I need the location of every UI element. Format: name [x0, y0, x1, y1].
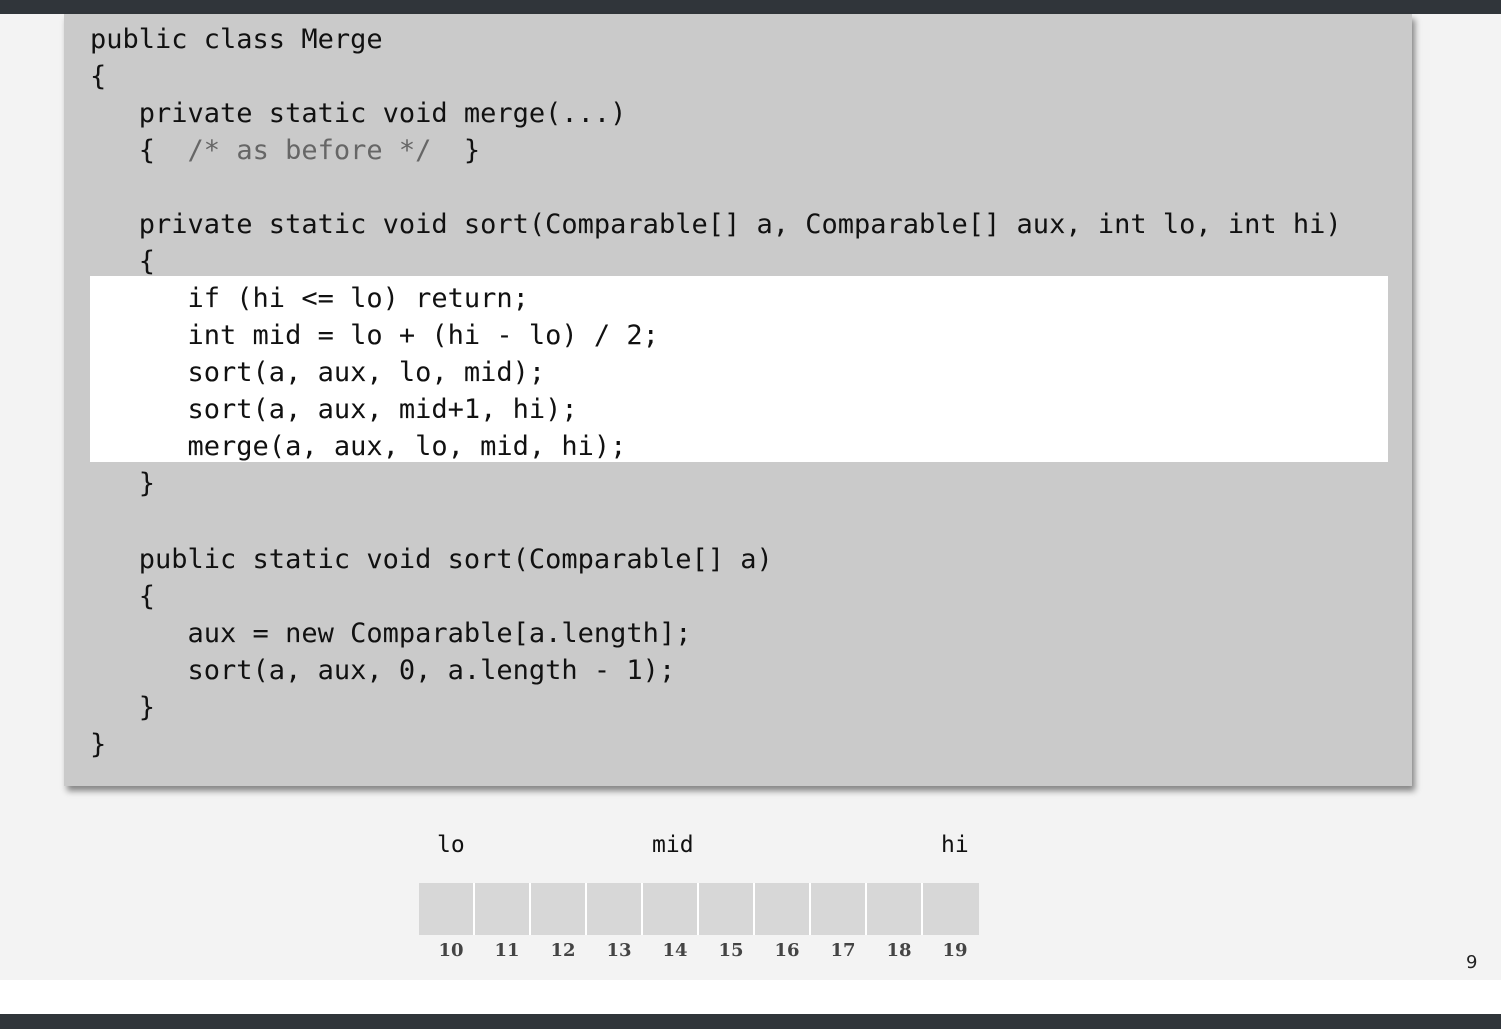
array-index: 17: [830, 940, 856, 961]
slide: public class Merge { private static void…: [0, 14, 1501, 980]
top-bar: [0, 0, 1501, 14]
array-index: 12: [550, 940, 576, 961]
code-line: }: [90, 468, 156, 499]
array-index: 18: [886, 940, 912, 961]
code-line: {: [90, 581, 156, 612]
code-line: public class Merge: [90, 24, 383, 55]
array-index: 14: [662, 940, 688, 961]
array-index: 11: [494, 940, 520, 961]
array-cell: [643, 883, 699, 935]
array-cell: [587, 883, 643, 935]
array-cell: [755, 883, 811, 935]
array-index: 10: [438, 940, 464, 961]
code-line: aux = new Comparable[a.length];: [90, 618, 692, 649]
array-cell: [867, 883, 923, 935]
code-line: int mid = lo + (hi - lo) / 2;: [90, 320, 659, 351]
array-cell: [811, 883, 867, 935]
page-number: 9: [1466, 952, 1478, 973]
array-cell: [923, 883, 979, 935]
array-index: 16: [774, 940, 800, 961]
array-index: 19: [942, 940, 968, 961]
code-line: merge(a, aux, lo, mid, hi);: [90, 431, 627, 462]
code-line: private static void merge(...): [90, 98, 627, 129]
array-index: 13: [606, 940, 632, 961]
code-text: }: [431, 135, 481, 166]
hi-label: hi: [941, 832, 969, 858]
array-cell: [419, 883, 475, 935]
code-line: sort(a, aux, lo, mid);: [90, 357, 546, 388]
code-line: if (hi <= lo) return;: [90, 283, 529, 314]
array-cell: [475, 883, 531, 935]
code-line: private static void sort(Comparable[] a,…: [90, 209, 1342, 240]
bottom-bar: [0, 1014, 1501, 1029]
code-line: {: [90, 61, 107, 92]
code-line: sort(a, aux, mid+1, hi);: [90, 394, 578, 425]
array-cell: [699, 883, 755, 935]
array-index: 15: [718, 940, 744, 961]
code-line: }: [90, 729, 107, 760]
code-line: {: [90, 246, 156, 277]
mid-label: mid: [652, 832, 694, 858]
lo-label: lo: [437, 832, 465, 858]
code-text: {: [90, 135, 188, 166]
code-line: }: [90, 692, 156, 723]
code-line: { /* as before */ }: [90, 132, 480, 169]
code-listing: public class Merge { private static void…: [64, 14, 1412, 786]
code-line: public static void sort(Comparable[] a): [90, 544, 773, 575]
code-line: sort(a, aux, 0, a.length - 1);: [90, 655, 676, 686]
code-comment: /* as before */: [187, 135, 432, 166]
array-cell: [531, 883, 587, 935]
